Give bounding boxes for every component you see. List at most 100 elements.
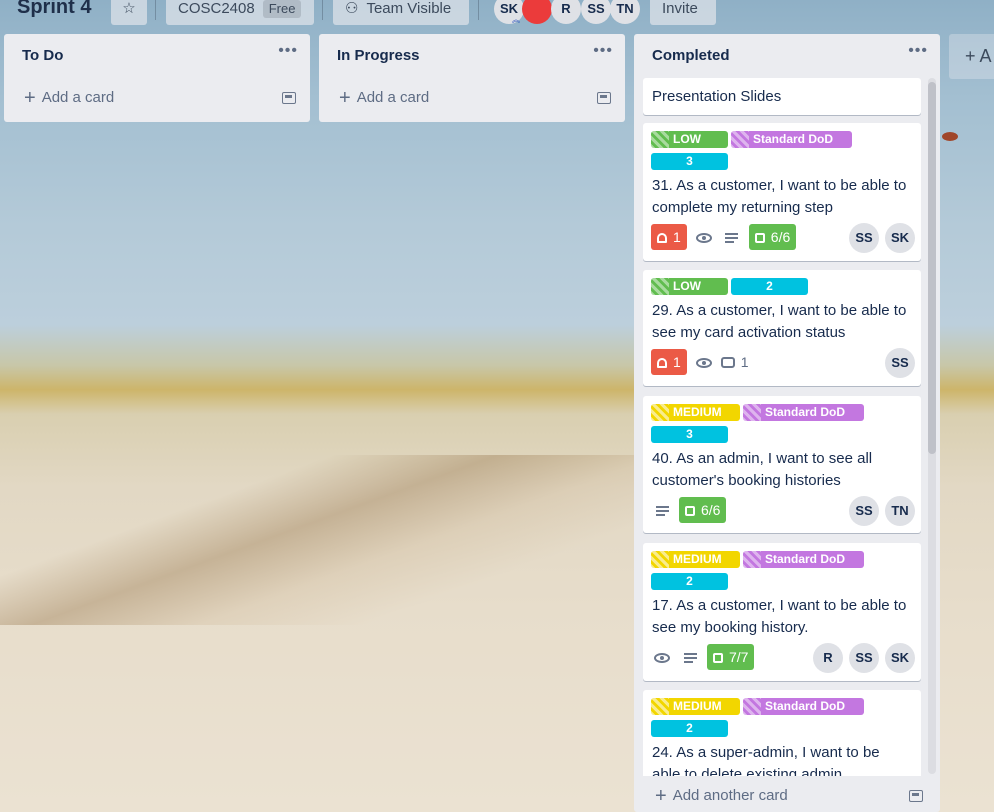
member-avatar[interactable]: SS bbox=[581, 0, 611, 24]
member-avatar[interactable]: TN bbox=[610, 0, 640, 24]
bell-icon bbox=[657, 358, 667, 368]
add-card-label: Add a card bbox=[41, 89, 115, 106]
label-medium[interactable]: MEDIUM bbox=[651, 698, 740, 715]
sand-ridge bbox=[0, 455, 640, 625]
card-title: Presentation Slides bbox=[652, 88, 782, 105]
member-avatar[interactable]: SK bbox=[885, 643, 915, 673]
list-menu-icon[interactable]: ••• bbox=[593, 42, 613, 60]
label-points[interactable]: 2 bbox=[651, 720, 728, 737]
background-object bbox=[942, 132, 958, 141]
member-avatar[interactable]: SS bbox=[849, 223, 879, 253]
card-labels: 2 bbox=[651, 573, 731, 591]
add-another-card-button[interactable]: + Add another card bbox=[643, 781, 933, 811]
card-badges: 7/7 bbox=[651, 644, 760, 670]
add-card-label: Add another card bbox=[672, 787, 788, 804]
member-avatar[interactable]: R bbox=[813, 643, 843, 673]
label-standard-dod[interactable]: Standard DoD bbox=[743, 698, 864, 715]
label-standard-dod[interactable]: Standard DoD bbox=[743, 404, 864, 421]
card-members: SS TN bbox=[843, 496, 915, 526]
member-avatar[interactable]: SS bbox=[885, 348, 915, 378]
card-badges: 6/6 bbox=[651, 497, 732, 523]
watching-icon bbox=[693, 349, 715, 375]
card-template-icon[interactable] bbox=[909, 790, 923, 802]
list-menu-icon[interactable]: ••• bbox=[908, 42, 928, 60]
card-title: 17. As a customer, I want to be able to … bbox=[652, 597, 907, 636]
label-points[interactable]: 2 bbox=[651, 573, 728, 590]
workspace-button[interactable]: COSC2408 Free bbox=[166, 0, 314, 25]
card[interactable]: MEDIUM Standard DoD 2 17. As a customer, … bbox=[643, 543, 921, 681]
card[interactable]: MEDIUM Standard DoD 2 24. As a super-admi… bbox=[643, 690, 921, 776]
label-medium[interactable]: MEDIUM bbox=[651, 551, 740, 568]
list-scrollbar-thumb[interactable] bbox=[928, 82, 936, 454]
member-avatar-photo[interactable] bbox=[522, 0, 552, 24]
due-date-badge[interactable]: 1 bbox=[651, 349, 687, 375]
list-title[interactable]: Completed bbox=[652, 47, 730, 64]
board-title[interactable]: Sprint 4 bbox=[17, 0, 91, 19]
description-icon bbox=[721, 224, 743, 250]
member-avatar[interactable]: SK bbox=[885, 223, 915, 253]
label-points[interactable]: 2 bbox=[731, 278, 808, 295]
card-labels: 2 bbox=[651, 720, 731, 738]
member-avatar[interactable]: R bbox=[551, 0, 581, 24]
member-avatar[interactable]: SS bbox=[849, 643, 879, 673]
description-icon bbox=[679, 644, 701, 670]
label-points[interactable]: 3 bbox=[651, 426, 728, 443]
watching-icon bbox=[651, 644, 673, 670]
card-title: 31. As a customer, I want to be able to … bbox=[652, 177, 907, 216]
card-labels: MEDIUM Standard DoD bbox=[651, 404, 867, 422]
label-medium[interactable]: MEDIUM bbox=[651, 404, 740, 421]
member-avatar[interactable]: TN bbox=[885, 496, 915, 526]
admin-chevron-icon: ︽ bbox=[512, 15, 520, 24]
card[interactable]: MEDIUM Standard DoD 3 40. As an admin, I … bbox=[643, 396, 921, 533]
plus-icon: + bbox=[655, 785, 667, 807]
divider bbox=[155, 0, 156, 20]
card-container[interactable]: Presentation Slides LOW Standard DoD 3 31… bbox=[643, 78, 923, 776]
list-title[interactable]: In Progress bbox=[337, 47, 420, 64]
list-menu-icon[interactable]: ••• bbox=[278, 42, 298, 60]
label-standard-dod[interactable]: Standard DoD bbox=[731, 131, 852, 148]
card-title: 24. As a super-admin, I want to be able … bbox=[652, 744, 880, 776]
card-template-icon[interactable] bbox=[597, 92, 611, 104]
plan-badge: Free bbox=[262, 0, 302, 18]
star-button[interactable]: ☆ bbox=[111, 0, 147, 25]
watching-icon bbox=[693, 224, 715, 250]
star-icon: ☆ bbox=[122, 0, 136, 17]
plus-icon: + bbox=[339, 87, 351, 109]
add-card-button[interactable]: + Add a card bbox=[327, 83, 617, 113]
list-in-progress: In Progress ••• + Add a card bbox=[319, 34, 625, 122]
card-labels: MEDIUM Standard DoD bbox=[651, 698, 867, 716]
comments-badge: 1 bbox=[720, 349, 749, 375]
label-standard-dod[interactable]: Standard DoD bbox=[743, 551, 864, 568]
card[interactable]: LOW Standard DoD 3 31. As a customer, I w… bbox=[643, 123, 921, 261]
label-low[interactable]: LOW bbox=[651, 278, 728, 295]
visibility-button[interactable]: ⚇ Team Visible bbox=[333, 0, 469, 25]
card-title: 29. As a customer, I want to be able to … bbox=[652, 302, 907, 341]
card-labels: 3 bbox=[651, 153, 731, 171]
card[interactable]: LOW 2 29. As a customer, I want to be abl… bbox=[643, 270, 921, 386]
member-avatar[interactable]: SS bbox=[849, 496, 879, 526]
card-labels: MEDIUM Standard DoD bbox=[651, 551, 867, 569]
card-members: R SS SK bbox=[807, 643, 915, 673]
board-header: Sprint 4 ☆ COSC2408 Free ⚇ Team Visible SK… bbox=[0, 0, 994, 28]
bell-icon bbox=[657, 233, 667, 243]
card-template-icon[interactable] bbox=[282, 92, 296, 104]
divider bbox=[478, 0, 479, 20]
card-members: SS SK bbox=[843, 223, 915, 253]
label-low[interactable]: LOW bbox=[651, 131, 728, 148]
card[interactable]: Presentation Slides bbox=[643, 78, 921, 115]
due-date-badge[interactable]: 1 bbox=[651, 224, 687, 250]
card-labels: LOW 2 bbox=[651, 278, 811, 296]
checklist-badge: 6/6 bbox=[679, 497, 727, 523]
add-list-button[interactable]: + A bbox=[949, 34, 994, 79]
list-title[interactable]: To Do bbox=[22, 47, 63, 64]
card-members: SS bbox=[879, 348, 915, 378]
invite-button[interactable]: Invite bbox=[650, 0, 716, 25]
board-background: { "header": { "board_title": "Sprint 4",… bbox=[0, 0, 994, 812]
checkbox-icon bbox=[713, 653, 723, 663]
label-points[interactable]: 3 bbox=[651, 153, 728, 170]
team-icon: ⚇ bbox=[345, 0, 359, 17]
card-badges: 1 6/6 bbox=[651, 224, 802, 250]
card-labels: LOW Standard DoD bbox=[651, 131, 855, 149]
add-card-button[interactable]: + Add a card bbox=[12, 83, 302, 113]
checklist-badge: 6/6 bbox=[748, 224, 797, 250]
